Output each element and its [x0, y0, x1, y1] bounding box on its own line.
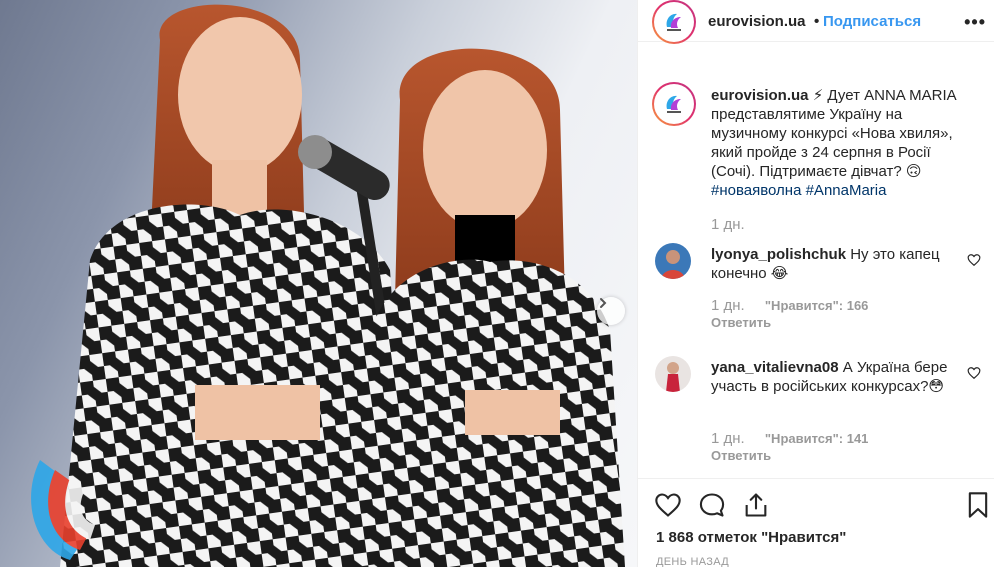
reply-button[interactable]: Ответить	[711, 315, 771, 330]
eurovision-logo-icon	[666, 13, 681, 31]
caption-timestamp[interactable]: 1 дн.	[711, 216, 745, 233]
post-date[interactable]: ДЕНЬ НАЗАД	[656, 556, 729, 567]
heart-icon[interactable]	[967, 253, 981, 267]
post-sidebar: eurovision.ua • Подписаться ••• eurovisi…	[637, 0, 994, 567]
account-name[interactable]: eurovision.ua	[708, 13, 806, 30]
post-actions: 1 868 отметок "Нравится" ДЕНЬ НАЗАД	[638, 478, 994, 567]
post-photo[interactable]	[0, 0, 637, 567]
avatar-photo	[655, 356, 691, 392]
next-photo-button[interactable]	[597, 297, 625, 325]
share-icon[interactable]	[742, 491, 770, 519]
comment-username[interactable]: lyonya_polishchuk	[711, 246, 846, 263]
caption-avatar[interactable]	[652, 82, 696, 126]
caption-username[interactable]: eurovision.ua	[711, 87, 809, 104]
comment-meta: 1 дн. "Нравится": 141	[711, 430, 868, 447]
photo-illustration	[31, 4, 625, 567]
bookmark-icon[interactable]	[964, 491, 992, 519]
commenter-avatar[interactable]	[655, 243, 691, 279]
reply-button[interactable]: Ответить	[711, 448, 771, 463]
comment-username[interactable]: yana_vitalievna08	[711, 359, 839, 376]
more-options-icon[interactable]: •••	[964, 12, 986, 33]
commenter-avatar[interactable]	[655, 356, 691, 392]
comment-meta: 1 дн. "Нравится": 166	[711, 297, 868, 314]
post-header: eurovision.ua • Подписаться •••	[638, 0, 994, 42]
post-caption: eurovision.ua ⚡ Дует ANNA MARIA представ…	[711, 86, 976, 200]
comment-body: lyonya_polishchuk Ну это капец конечно 😂	[711, 245, 956, 283]
account-avatar[interactable]	[652, 0, 696, 44]
caption-hashtags[interactable]: #новаяволна #AnnaMaria	[711, 182, 886, 199]
comment-like-count[interactable]: "Нравится": 166	[765, 298, 869, 313]
separator-dot: •	[814, 13, 820, 30]
comment-like-count[interactable]: "Нравится": 141	[765, 431, 869, 446]
avatar-photo	[655, 243, 691, 279]
heart-icon[interactable]	[654, 491, 682, 519]
follow-button[interactable]: Подписаться	[823, 13, 921, 30]
likes-total[interactable]: 1 868 отметок "Нравится"	[656, 529, 846, 546]
comment-timestamp[interactable]: 1 дн.	[711, 297, 745, 314]
eurovision-logo-icon	[666, 95, 681, 113]
chevron-right-icon	[600, 298, 607, 308]
comment-body: yana_vitalievna08 А Україна бере участь …	[711, 358, 956, 396]
comment-timestamp[interactable]: 1 дн.	[711, 430, 745, 447]
heart-icon[interactable]	[967, 366, 981, 380]
comment-icon[interactable]	[698, 491, 726, 519]
